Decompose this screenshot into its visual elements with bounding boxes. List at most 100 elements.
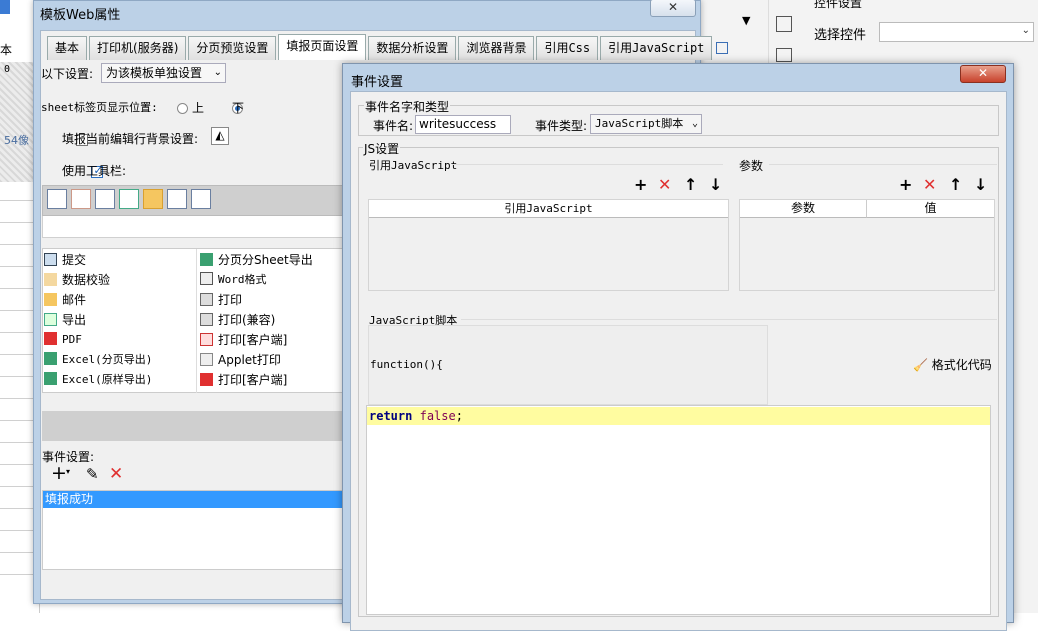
select-control-dropdown[interactable]: ⌄ <box>879 22 1034 42</box>
btn-export[interactable]: 导出 <box>44 311 86 329</box>
broom-icon: 🧹 <box>913 358 928 372</box>
radio-bottom-label: 下 <box>232 101 245 115</box>
btn-print-compat[interactable]: 打印(兼容) <box>200 311 275 329</box>
down-param-icon[interactable]: ↓ <box>974 177 987 193</box>
dialog-content: 事件名字和类型 事件名: writesuccess 事件类型: JavaScri… <box>350 91 1007 631</box>
pdf-icon <box>200 373 213 386</box>
tab-browser-bg[interactable]: 浏览器背景 <box>458 36 535 60</box>
chevron-down-icon: ⌄ <box>213 67 222 78</box>
up-js-icon[interactable]: ↑ <box>684 177 697 193</box>
delete-js-icon[interactable]: ✕ <box>658 177 671 193</box>
close-button[interactable]: ✕ <box>960 65 1006 83</box>
use-toolbar-label: 使用工具栏: <box>62 164 127 178</box>
sheet-tab-position-label: sheet标签页显示位置: <box>41 101 158 114</box>
btn-excel-original[interactable]: Excel(原样导出) <box>44 371 152 389</box>
settings-scope-value: 为该模板单独设置 <box>106 66 203 80</box>
tab-page-preview[interactable]: 分页预览设置 <box>188 36 277 60</box>
pixel-hint: 54像 <box>4 134 29 147</box>
dialog-title: 事件设置 <box>351 75 404 90</box>
app-icon <box>0 0 10 14</box>
event-settings-label: 事件设置: <box>42 450 95 464</box>
event-settings-dialog: 事件设置 ✕ 事件名字和类型 事件名: writesuccess 事件类型: J… <box>342 63 1014 631</box>
ref-js-table: 引用JavaScript <box>368 199 729 291</box>
ref-js-legend: 引用JavaScript <box>369 159 458 172</box>
check-icon[interactable] <box>71 189 91 209</box>
function-header-box: function(){ <box>368 325 768 405</box>
panel-title: 控件设置 <box>814 0 863 10</box>
mail-icon[interactable] <box>143 189 163 209</box>
close-button[interactable]: ✕ <box>650 0 696 17</box>
print-icon <box>200 313 213 326</box>
excel-icon <box>44 372 57 385</box>
chevron-down-icon[interactable]: ▾ <box>66 467 70 476</box>
row-bg-label: 填报当前编辑行背景设置: <box>62 132 199 146</box>
tab-ref-js[interactable]: 引用JavaScript <box>600 36 713 60</box>
js-legend: JS设置 <box>363 140 401 157</box>
export-icon <box>44 313 57 326</box>
function-header: function(){ <box>370 358 443 371</box>
settings-scope-select[interactable]: 为该模板单独设置 ⌄ <box>101 63 226 83</box>
btn-print-client-2[interactable]: 打印[客户端] <box>200 371 287 389</box>
grid-icon[interactable] <box>776 48 792 62</box>
up-param-icon[interactable]: ↑ <box>949 177 962 193</box>
layout-icon[interactable] <box>776 16 792 32</box>
save-icon <box>44 253 57 266</box>
excel-icon <box>200 253 213 266</box>
event-name-label: 事件名: <box>373 119 414 133</box>
radio-top-label: 上 <box>192 101 205 115</box>
tab-basic[interactable]: 基本 <box>47 36 88 60</box>
save-icon[interactable] <box>47 189 67 209</box>
btn-word[interactable]: Word格式 <box>200 271 267 289</box>
sheet-label: 本 <box>0 43 13 57</box>
doc-icon[interactable] <box>716 42 728 54</box>
value-column[interactable]: 值 <box>866 200 994 218</box>
code-editor[interactable]: return false; <box>366 405 991 615</box>
btn-print[interactable]: 打印 <box>200 291 242 309</box>
event-type-select[interactable]: JavaScript脚本 ⌄ <box>590 114 702 134</box>
applet-icon <box>200 353 213 366</box>
mail-icon <box>44 293 57 306</box>
down-js-icon[interactable]: ↓ <box>709 177 722 193</box>
btn-applet-print[interactable]: Applet打印 <box>200 351 281 369</box>
btn-pdf[interactable]: PDF <box>44 331 82 349</box>
sort-icon[interactable]: ▼ <box>742 14 750 27</box>
window-title: 模板Web属性 <box>40 8 121 23</box>
param-column[interactable]: 参数 <box>740 200 866 218</box>
tab-data-analysis[interactable]: 数据分析设置 <box>368 36 457 60</box>
delete-param-icon[interactable]: ✕ <box>923 177 936 193</box>
select-control-label: 选择控件 <box>814 28 867 43</box>
chevron-down-icon: ⌄ <box>691 118 698 129</box>
tab-bar: 基本 打印机(服务器) 分页预览设置 填报页面设置 数据分析设置 浏览器背景 引… <box>47 34 714 60</box>
radio-top[interactable] <box>177 103 188 114</box>
btn-sheet-export[interactable]: 分页分Sheet导出 <box>200 251 313 269</box>
edit-icon[interactable]: ✎ <box>86 465 99 483</box>
btn-submit[interactable]: 提交 <box>44 251 86 269</box>
add-icon[interactable]: + <box>51 464 67 483</box>
tab-printer[interactable]: 打印机(服务器) <box>89 36 187 60</box>
print-icon[interactable] <box>95 189 115 209</box>
structure-icon[interactable] <box>167 189 187 209</box>
params-legend: 参数 <box>739 159 764 173</box>
name-type-group: 事件名字和类型 事件名: writesuccess 事件类型: JavaScri… <box>358 98 999 136</box>
btn-print-client[interactable]: 打印[客户端] <box>200 331 287 349</box>
add-param-icon[interactable]: + <box>899 177 912 193</box>
chevron-down-icon: ⌄ <box>1021 25 1030 36</box>
window-icon[interactable] <box>191 189 211 209</box>
format-code-button[interactable]: 🧹 格式化代码 <box>913 356 992 373</box>
paint-bucket-icon[interactable]: ◭ <box>211 127 229 145</box>
add-js-icon[interactable]: + <box>634 177 647 193</box>
event-name-input[interactable]: writesuccess <box>415 115 511 134</box>
code-line[interactable]: return false; <box>367 407 990 425</box>
settings-label: 以下设置: <box>41 67 94 81</box>
tab-fill-page[interactable]: 填报页面设置 <box>278 34 367 60</box>
btn-mail[interactable]: 邮件 <box>44 291 86 309</box>
export-icon[interactable] <box>119 189 139 209</box>
tab-ref-css[interactable]: 引用Css <box>536 36 599 60</box>
event-type-label: 事件类型: <box>535 119 588 133</box>
ref-js-column[interactable]: 引用JavaScript <box>369 200 728 218</box>
print-icon <box>200 293 213 306</box>
btn-validate[interactable]: 数据校验 <box>44 271 110 289</box>
btn-excel-paged[interactable]: Excel(分页导出) <box>44 351 152 369</box>
word-icon <box>200 272 213 285</box>
delete-icon[interactable]: ✕ <box>109 464 123 484</box>
